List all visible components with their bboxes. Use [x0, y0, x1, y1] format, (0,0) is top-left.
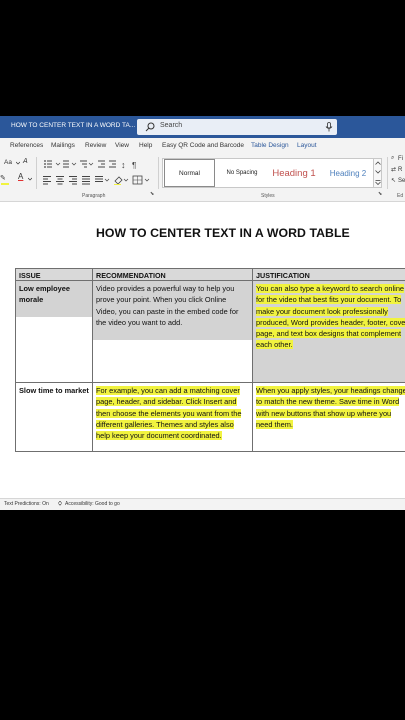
svg-text:↕: ↕ — [121, 160, 126, 169]
tab-layout[interactable]: Layout — [297, 142, 317, 149]
style-heading-2[interactable]: Heading 2 — [323, 159, 373, 187]
list-buttons[interactable]: ↕ ¶ — [43, 159, 143, 169]
table-cell-issue: Low employee morale — [16, 281, 92, 317]
table-row[interactable]: Video provides a powerful way to help yo… — [92, 280, 253, 383]
ribbon: Aa A ✎ A ↕ ¶ Paragraph ⬊ Normal No Spaci… — [0, 153, 405, 202]
change-case-button[interactable]: Aa — [4, 159, 12, 166]
find-button-label[interactable]: Fi — [398, 156, 403, 162]
style-no-spacing[interactable]: No Spacing — [220, 159, 264, 187]
tab-easy-qr-code[interactable]: Easy QR Code and Barcode — [162, 142, 244, 149]
styles-group-label: Styles — [261, 193, 275, 199]
accessibility-status[interactable]: Accessibility: Good to go — [65, 501, 120, 507]
search-box[interactable]: Search — [137, 119, 337, 135]
microphone-icon[interactable] — [325, 122, 333, 132]
paragraph-group-label: Paragraph — [82, 193, 106, 199]
svg-text:¶: ¶ — [132, 161, 136, 169]
chevron-up-icon[interactable] — [375, 161, 381, 165]
text-predictions-status[interactable]: Text Predictions: On — [4, 501, 49, 507]
select-button-label[interactable]: Se — [398, 178, 405, 184]
document-title: HOW TO CENTER TEXT IN A WORD TA... — [11, 122, 136, 129]
divider — [387, 157, 388, 189]
tab-table-design[interactable]: Table Design — [251, 142, 289, 149]
search-placeholder: Search — [160, 122, 183, 129]
ribbon-tabs: References Mailings Review View Help Eas… — [0, 138, 405, 153]
title-bar: HOW TO CENTER TEXT IN A WORD TA... Searc… — [0, 116, 405, 138]
chevron-down-icon — [16, 161, 20, 165]
clear-formatting-icon[interactable]: A — [23, 158, 28, 165]
table-row[interactable]: You can also type a keyword to search on… — [252, 280, 405, 383]
styles-gallery: Normal No Spacing Heading 1 Heading 2 — [162, 158, 374, 188]
highlight-icon[interactable]: ✎ — [0, 174, 6, 182]
select-icon[interactable]: ↖ — [391, 177, 396, 184]
tab-references[interactable]: References — [10, 142, 43, 149]
style-heading-1[interactable]: Heading 1 — [268, 159, 320, 187]
highlight-color-swatch — [1, 183, 9, 185]
table-cell-issue: Slow time to market — [19, 386, 89, 395]
dialog-launcher-icon[interactable]: ⬊ — [378, 191, 382, 197]
table-row[interactable]: Slow time to market — [15, 382, 93, 452]
table-row[interactable]: When you apply styles, your headings cha… — [252, 382, 405, 452]
status-bar: Text Predictions: On ⛭ Accessibility: Go… — [0, 498, 405, 510]
divider — [36, 157, 37, 189]
search-icon — [145, 122, 155, 132]
accessibility-icon: ⛭ — [58, 501, 63, 507]
more-styles-icon[interactable] — [375, 180, 381, 185]
editing-group-label: Ed — [397, 193, 404, 199]
replace-icon[interactable]: ⇄ — [391, 166, 396, 173]
find-icon[interactable]: ⌕ — [391, 155, 394, 162]
styles-gallery-scroll[interactable] — [374, 158, 382, 188]
table-cell-justification: When you apply styles, your headings cha… — [256, 386, 405, 429]
tab-review[interactable]: Review — [85, 142, 106, 149]
style-normal[interactable]: Normal — [164, 159, 215, 187]
table-cell-justification: You can also type a keyword to search on… — [256, 284, 405, 350]
tab-mailings[interactable]: Mailings — [51, 142, 75, 149]
table-row[interactable]: For example, you can add a matching cove… — [92, 382, 253, 452]
replace-button-label[interactable]: R — [398, 167, 402, 173]
tab-view[interactable]: View — [115, 142, 129, 149]
document-heading: HOW TO CENTER TEXT IN A WORD TABLE — [96, 226, 350, 240]
font-color-icon[interactable]: A — [18, 172, 23, 181]
table-row[interactable]: Low employee morale — [15, 280, 93, 383]
dialog-launcher-icon[interactable]: ⬊ — [150, 191, 154, 197]
tab-help[interactable]: Help — [139, 142, 152, 149]
table-cell-recommendation: Video provides a powerful way to help yo… — [93, 281, 252, 340]
chevron-down-icon — [28, 177, 32, 181]
table-cell-recommendation: For example, you can add a matching cove… — [96, 386, 242, 441]
document-page[interactable]: HOW TO CENTER TEXT IN A WORD TABLE ISSUE… — [0, 202, 405, 498]
chevron-down-icon[interactable] — [375, 170, 381, 174]
alignment-buttons[interactable] — [43, 175, 155, 185]
divider — [158, 157, 159, 189]
